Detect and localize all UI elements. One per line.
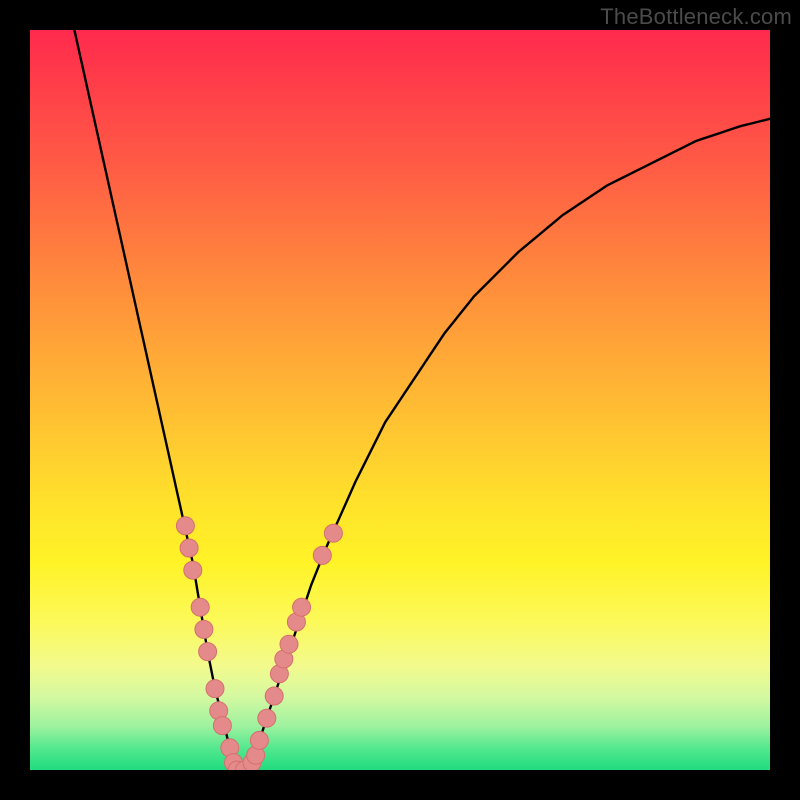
marker-dot bbox=[199, 643, 217, 661]
marker-dot bbox=[195, 620, 213, 638]
marker-dot bbox=[293, 598, 311, 616]
marker-dot bbox=[191, 598, 209, 616]
marker-dot bbox=[176, 517, 194, 535]
chart-svg bbox=[30, 30, 770, 770]
chart-frame: TheBottleneck.com bbox=[0, 0, 800, 800]
marker-dot bbox=[324, 524, 342, 542]
marker-dot bbox=[180, 539, 198, 557]
bottleneck-curve bbox=[74, 30, 770, 770]
highlighted-points bbox=[176, 517, 342, 770]
marker-dot bbox=[206, 680, 224, 698]
marker-dot bbox=[265, 687, 283, 705]
marker-dot bbox=[213, 717, 231, 735]
plot-area bbox=[30, 30, 770, 770]
marker-dot bbox=[313, 546, 331, 564]
marker-dot bbox=[250, 731, 268, 749]
marker-dot bbox=[280, 635, 298, 653]
marker-dot bbox=[184, 561, 202, 579]
watermark-text: TheBottleneck.com bbox=[600, 4, 792, 30]
marker-dot bbox=[258, 709, 276, 727]
